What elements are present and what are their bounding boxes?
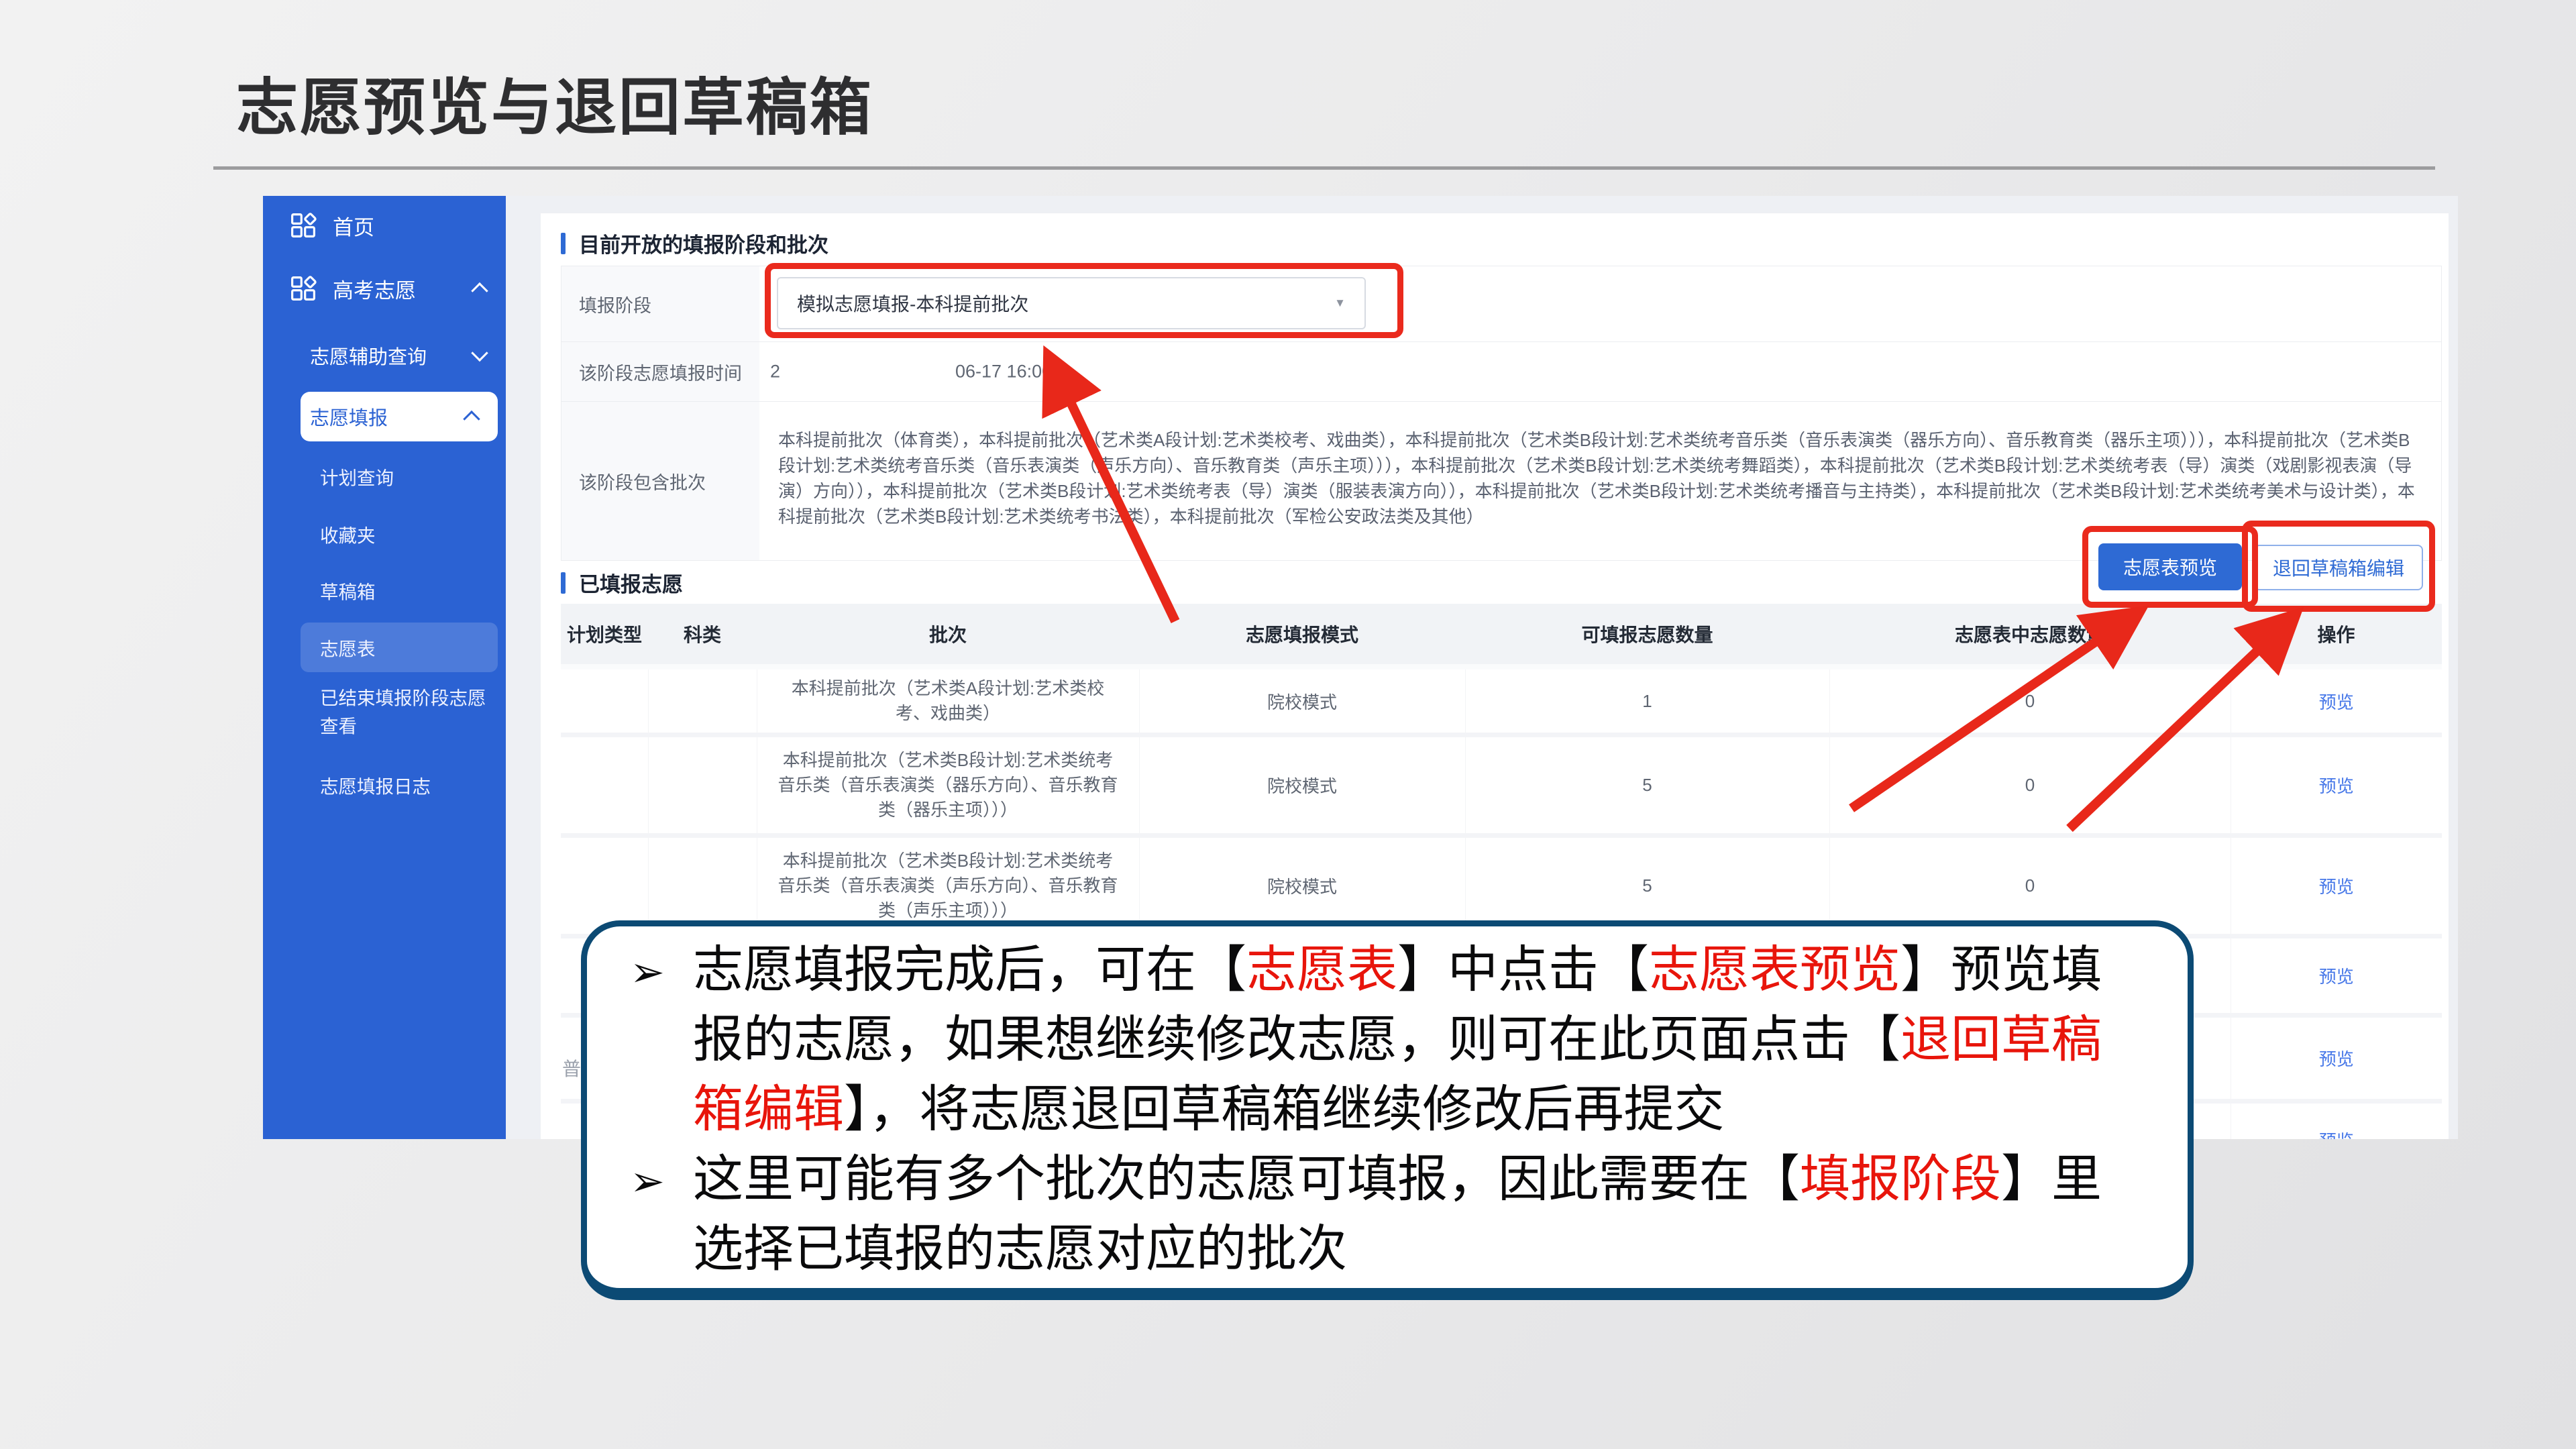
sidebar-item-favorites[interactable]: 收藏夹 [263,506,506,562]
sidebar-item-label: 计划查询 [320,463,394,490]
table-row: 本科提前批次（艺术类A段计划:艺术类校考、戏曲类）院校模式10 预览 [561,667,2442,735]
bullet-arrow-icon: ➢ [630,937,665,1007]
sidebar-item-label: 志愿填报日志 [320,771,431,798]
time-value-fragment-left: 2 [770,362,780,382]
sidebar-item-label: 志愿辅助查询 [310,341,427,370]
highlight-box-preview-button [2082,526,2258,608]
section-title: 已填报志愿 [579,568,683,598]
grid-icon [290,212,317,239]
table-cell [648,735,757,836]
time-label: 该阶段志愿填报时间 [561,342,759,401]
title-divider [213,166,2435,170]
callout-text: 这里可能有多个批次的志愿可填报，因此需要在【填报阶段】里选择已填报的志愿对应的批… [693,1152,2102,1277]
table-cell: 本科提前批次（艺术类B段计划:艺术类统考音乐类（音乐表演类（器乐方向）、音乐教育… [757,735,1139,836]
slide: 志愿预览与退回草稿箱 首页高考志愿志愿辅助查询志愿填报计划查询收藏夹草稿箱志愿表… [0,0,2576,1449]
table-header-row: 计划类型科类批次志愿填报模式可填报志愿数量志愿表中志愿数量操作 [561,604,2442,667]
table-cell-action: 预览 [2231,1102,2442,1140]
bullet-arrow-icon: ➢ [630,1146,665,1216]
highlight-box-return-button [2242,521,2435,612]
sidebar-item-gaokao[interactable]: 高考志愿 [263,252,506,325]
table-row: 本科提前批次（艺术类B段计划:艺术类统考音乐类（音乐表演类（器乐方向）、音乐教育… [561,735,2442,836]
table-cell [648,667,757,735]
sidebar-nav: 首页高考志愿志愿辅助查询志愿填报计划查询收藏夹草稿箱志愿表已结束填报阶段志愿查看… [263,196,506,1139]
sidebar-item-volunteer-form[interactable]: 志愿表 [301,623,498,672]
batches-value: 本科提前批次（体育类），本科提前批次（艺术类A段计划:艺术类校考、戏曲类），本科… [778,427,2419,529]
preview-link[interactable]: 预览 [2319,877,2354,897]
column-header: 志愿表中志愿数量 [1829,604,2231,667]
callout-box: ➢ 志愿填报完成后，可在【志愿表】中点击【志愿表预览】预览填报的志愿，如果想继续修… [581,920,2194,1300]
batches-label: 该阶段包含批次 [561,402,759,560]
sidebar-item-label: 已结束填报阶段志愿查看 [320,684,493,741]
column-header: 科类 [648,604,757,667]
table-cell: 0 [1829,735,2231,836]
callout-bullet: ➢ 这里可能有多个批次的志愿可填报，因此需要在【填报阶段】里选择已填报的志愿对应的… [629,1145,2150,1285]
sidebar-item-label: 收藏夹 [320,521,376,547]
table-cell: 院校模式 [1139,735,1465,836]
section-accent-bar [561,233,566,254]
time-value-fragment-right: 06-17 16:00 [955,362,1052,382]
sidebar-item-drafts[interactable]: 草稿箱 [263,562,506,619]
sidebar-item-fill[interactable]: 志愿填报 [301,392,498,441]
sidebar-item-label: 志愿表 [320,634,376,661]
sidebar-item-finished-stages[interactable]: 已结束填报阶段志愿查看 [263,676,506,754]
section-accent-bar [561,572,566,594]
table-cell: 1 [1465,667,1829,735]
chevron-down-icon [471,345,488,362]
table-cell-action: 预览 [2231,667,2442,735]
table-cell [561,667,648,735]
sidebar-item-label: 草稿箱 [320,577,376,604]
preview-link[interactable]: 预览 [2319,1131,2354,1139]
sidebar-item-home[interactable]: 首页 [263,199,506,252]
preview-link[interactable]: 预览 [2319,1049,2354,1069]
page-title: 志愿预览与退回草稿箱 [236,58,873,147]
column-header: 可填报志愿数量 [1465,604,1829,667]
preview-link[interactable]: 预览 [2319,692,2354,712]
highlight-box-stage-select [765,263,1403,338]
column-header: 计划类型 [561,604,648,667]
section-open-stages: 目前开放的填报阶段和批次 [561,228,828,258]
chevron-up-icon [471,282,488,299]
callout-text: 志愿填报完成后，可在【志愿表】中点击【志愿表预览】预览填报的志愿，如果想继续修改… [693,943,2102,1138]
sidebar-item-plan-query[interactable]: 计划查询 [263,447,506,506]
table-cell-action: 预览 [2231,735,2442,836]
preview-link[interactable]: 预览 [2319,776,2354,796]
grid-icon [290,275,317,302]
column-header: 志愿填报模式 [1139,604,1465,667]
sidebar-item-fill-log[interactable]: 志愿填报日志 [263,754,506,816]
form-row-time: 该阶段志愿填报时间 2 06-17 16:00 [561,342,2441,402]
sidebar-item-label: 志愿填报 [310,402,388,431]
table-cell-action: 预览 [2231,836,2442,936]
table-cell: 5 [1465,735,1829,836]
table-cell [561,735,648,836]
callout-bullet: ➢ 志愿填报完成后，可在【志愿表】中点击【志愿表预览】预览填报的志愿，如果想继续修… [629,936,2150,1145]
sidebar-item-label: 高考志愿 [333,274,416,304]
section-title: 目前开放的填报阶段和批次 [579,228,828,258]
section-filled-volunteers: 已填报志愿 [561,568,683,598]
plan-type-fragment: 普 [562,1055,581,1081]
chevron-up-icon [463,411,480,427]
column-header: 操作 [2231,604,2442,667]
sidebar-item-label: 首页 [333,211,374,241]
preview-link[interactable]: 预览 [2319,967,2354,987]
table-cell: 本科提前批次（艺术类A段计划:艺术类校考、戏曲类） [757,667,1139,735]
column-header: 批次 [757,604,1139,667]
table-cell: 院校模式 [1139,667,1465,735]
table-cell: 0 [1829,667,2231,735]
table-cell-action: 预览 [2231,1016,2442,1102]
table-cell-action: 预览 [2231,936,2442,1016]
sidebar-item-assist-query[interactable]: 志愿辅助查询 [263,325,506,386]
stage-label: 填报阶段 [561,266,759,341]
